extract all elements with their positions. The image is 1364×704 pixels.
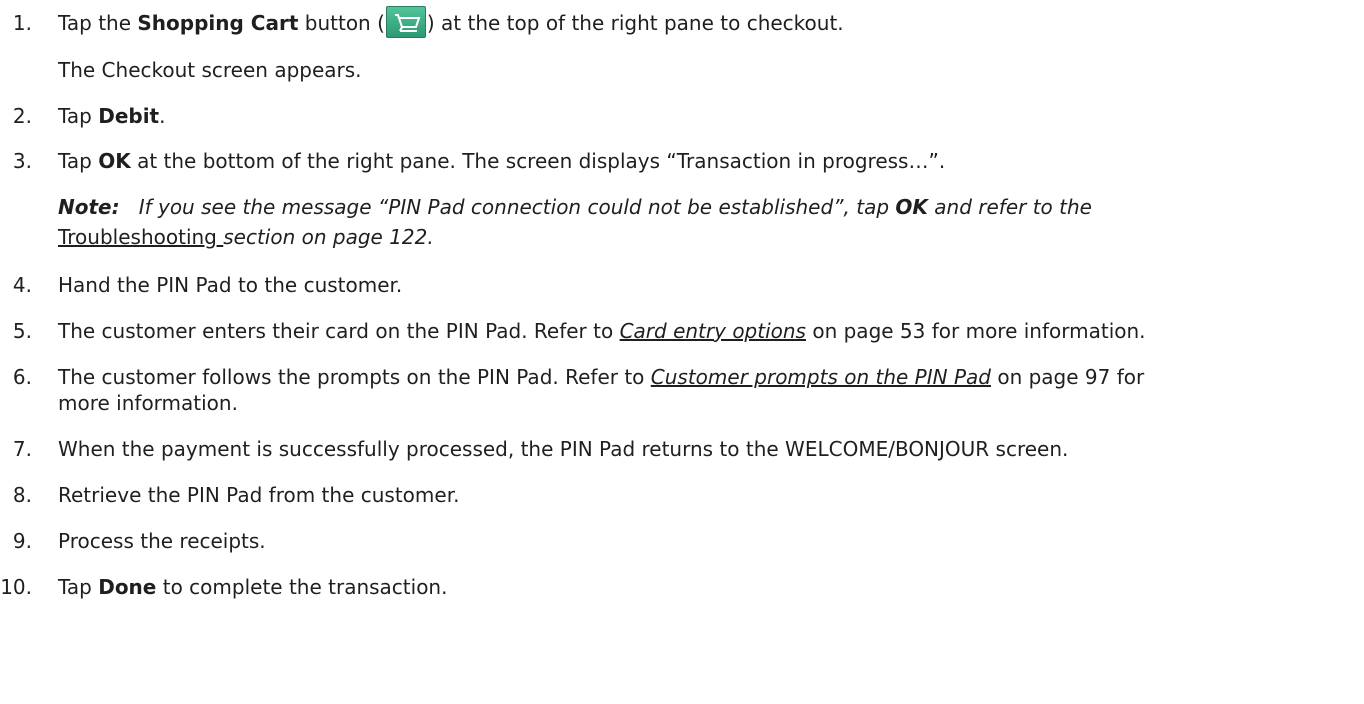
step-number: 1. — [12, 11, 32, 35]
step-text: ) at the top of the right pane to checko… — [426, 11, 844, 35]
step-text: on page 97 for — [990, 365, 1145, 389]
step-text: to complete the transaction. — [156, 575, 448, 599]
step-text: button ( — [298, 11, 385, 35]
step-number: 5. — [12, 319, 32, 343]
step-text: Tap — [58, 575, 99, 599]
step-text: Retrieve the PIN Pad from the customer. — [58, 483, 460, 507]
step-text: . — [159, 104, 166, 128]
step-text: The customer follows the prompts on the … — [58, 365, 651, 389]
card-entry-options-link[interactable]: Card entry options — [620, 319, 806, 343]
troubleshooting-link[interactable]: Troubleshooting — [58, 225, 223, 249]
step-number: 9. — [12, 529, 32, 553]
document-page: 1. Tap the Shopping Cart button ( ) at th… — [0, 0, 1364, 704]
step-1-result: The Checkout screen appears. — [58, 58, 362, 82]
step-number: 8. — [12, 483, 32, 507]
customer-prompts-link[interactable]: Customer prompts on the PIN Pad — [651, 365, 991, 389]
step-number: 6. — [12, 365, 32, 389]
note-block: Note: If you see the message “PIN Pad co… — [58, 192, 1360, 252]
note-ok-label: OK — [895, 195, 928, 219]
note-label: Note: — [58, 195, 120, 219]
step-text: Process the receipts. — [58, 529, 266, 553]
note-text: and refer to the — [927, 195, 1092, 219]
shopping-cart-label: Shopping Cart — [137, 11, 299, 35]
step-number: 3. — [12, 149, 32, 173]
step-text: Tap — [58, 104, 99, 128]
debit-label: Debit — [98, 104, 160, 128]
ok-label: OK — [98, 149, 131, 173]
step-number: 7. — [12, 437, 32, 461]
step-text: on page 53 for more information. — [805, 319, 1146, 343]
step-text: Hand the PIN Pad to the customer. — [58, 273, 403, 297]
shopping-cart-icon — [385, 6, 426, 38]
step-text: Tap — [58, 149, 99, 173]
step-text: When the payment is successfully process… — [58, 437, 1069, 461]
step-number: 2. — [12, 104, 32, 128]
note-text: section on page 122. — [223, 225, 434, 249]
step-number: 10. — [0, 575, 32, 599]
step-text: The customer enters their card on the PI… — [58, 319, 620, 343]
step-text: more information. — [58, 391, 238, 415]
step-text: Tap the — [58, 11, 138, 35]
step-text: at the bottom of the right pane. The scr… — [130, 149, 946, 173]
done-label: Done — [98, 575, 157, 599]
step-number: 4. — [12, 273, 32, 297]
note-text: If you see the message “PIN Pad connecti… — [138, 195, 896, 219]
